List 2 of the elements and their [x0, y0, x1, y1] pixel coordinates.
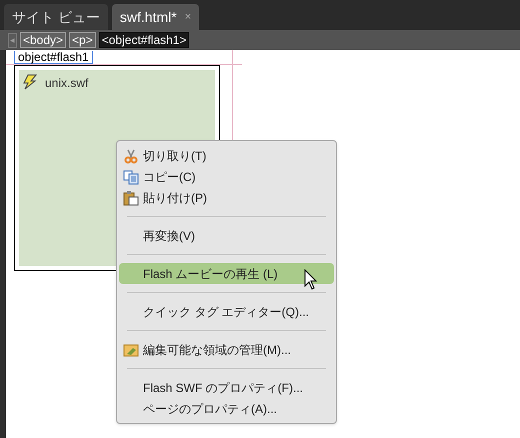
- file-name: unix.swf: [45, 75, 88, 92]
- object-label: object#flash1: [14, 51, 93, 64]
